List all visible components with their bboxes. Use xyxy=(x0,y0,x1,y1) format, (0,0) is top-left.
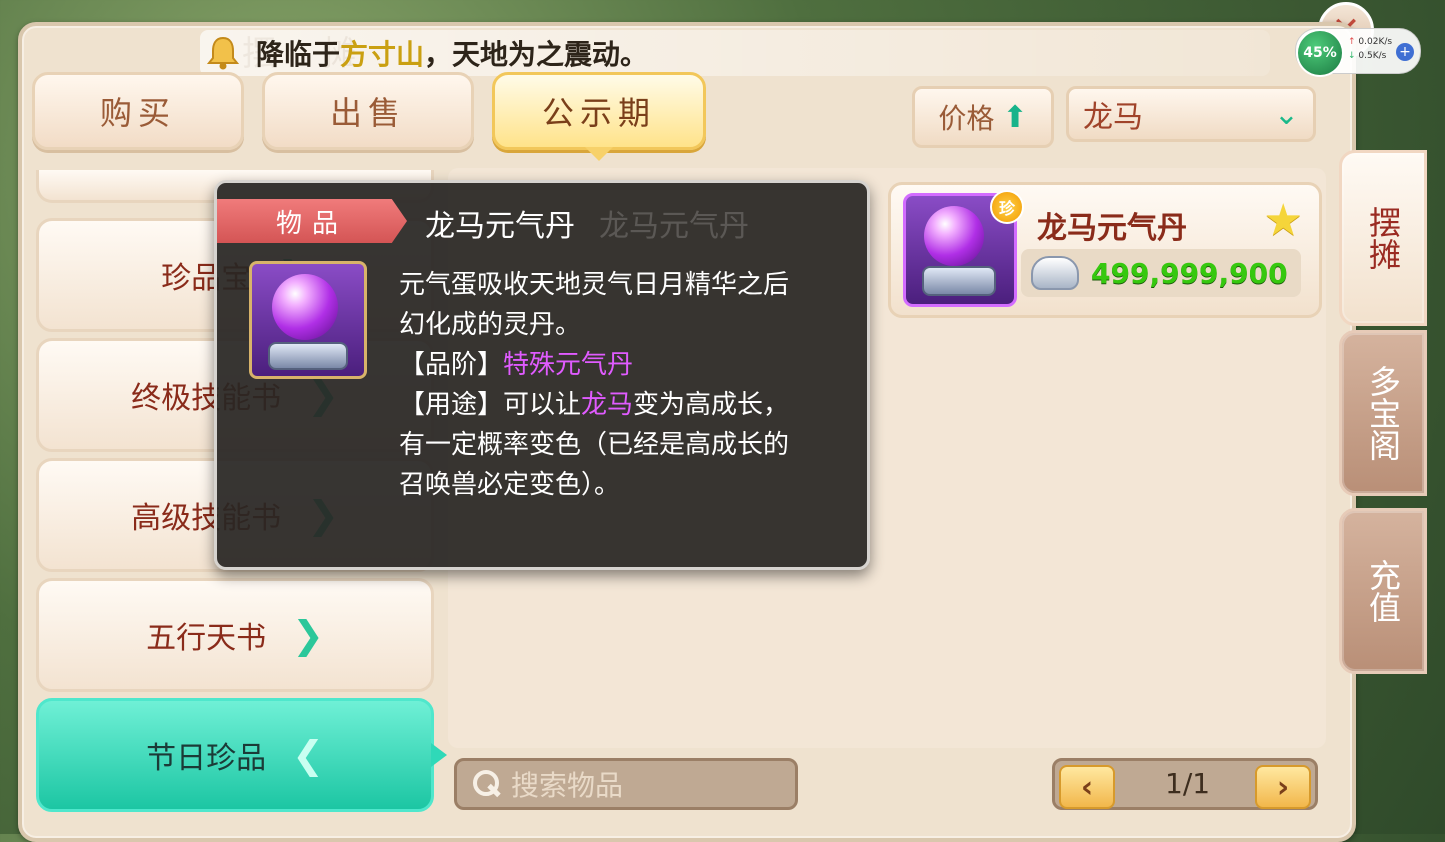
grade-line: 【品阶】特殊元气丹 xyxy=(399,350,634,380)
stand-icon xyxy=(922,266,996,296)
tooltip-title: 龙马元气丹 xyxy=(425,209,575,244)
filter-dropdown[interactable]: 龙马 ⌄ xyxy=(1066,86,1316,142)
orb-icon xyxy=(272,274,338,340)
sort-price-button[interactable]: 价格 ⬆ xyxy=(912,86,1054,148)
side-tab-recharge[interactable]: 充值 xyxy=(1339,508,1427,674)
magnifier-icon xyxy=(471,770,499,798)
page-indicator: 1/1 xyxy=(1165,767,1211,800)
category-item-five-elements[interactable]: 五行天书 ❯ xyxy=(36,578,434,692)
treasure-badge: 珍 xyxy=(990,190,1024,224)
silver-ingot-icon xyxy=(1031,256,1079,290)
side-tab-stall[interactable]: 摆摊 xyxy=(1339,150,1427,326)
next-page-button[interactable]: › xyxy=(1255,765,1311,809)
tab-public-period[interactable]: 公示期 xyxy=(492,72,706,150)
plus-icon[interactable]: + xyxy=(1396,43,1414,61)
orb-icon xyxy=(924,206,984,266)
tooltip-title-ghost: 龙马元气丹 xyxy=(599,209,749,244)
star-icon[interactable]: ★ xyxy=(1264,195,1303,246)
bell-icon xyxy=(200,30,246,76)
notice-text: 降临于方寸山，天地为之震动。 xyxy=(256,38,649,71)
use-line-2: 有一定概率变色（已经是高成长的 xyxy=(399,430,790,460)
stand-icon xyxy=(268,342,348,370)
category-label: 节日珍品 xyxy=(146,741,267,776)
battery-indicator: 45% xyxy=(1298,31,1342,75)
use-line-1: 【用途】可以让龙马变为高成长， xyxy=(399,390,790,420)
item-price: 499,999,900 xyxy=(1091,256,1288,290)
network-speed: ↑ 0.02K/s ↓ 0.5K/s xyxy=(1348,37,1393,61)
filter-selected: 龙马 xyxy=(1083,100,1143,135)
use-line-3: 召唤兽必定变色）。 xyxy=(399,470,621,500)
item-name: 龙马元气丹 xyxy=(1037,211,1187,246)
side-tab-treasure-pavilion[interactable]: 多宝阁 xyxy=(1339,330,1427,496)
chevron-right-icon: ❯ xyxy=(292,613,324,657)
desc-line-1: 元气蛋吸收天地灵气日月精华之后 xyxy=(399,270,790,300)
tab-sell[interactable]: 出售 xyxy=(262,72,474,150)
item-tooltip: 物品 龙马元气丹 龙马元气丹 元气蛋吸收天地灵气日月精华之后 幻化成的灵丹。 【… xyxy=(214,180,870,570)
sort-label: 价格 xyxy=(938,102,995,135)
arrow-up-icon: ⬆ xyxy=(1002,99,1028,135)
pagination: ‹ 1/1 › xyxy=(1052,758,1318,810)
item-icon: 珍 xyxy=(903,190,1024,307)
chevron-down-icon: ⌄ xyxy=(1273,96,1299,132)
chevron-left-icon: ❮ xyxy=(292,733,324,777)
system-status-widget: 45% ↑ 0.02K/s ↓ 0.5K/s + xyxy=(1295,28,1421,75)
listing-card[interactable]: 珍 龙马元气丹 ★ 499,999,900 xyxy=(888,182,1322,318)
prev-page-button[interactable]: ‹ xyxy=(1059,765,1115,809)
desc-line-2: 幻化成的灵丹。 xyxy=(399,310,582,340)
tooltip-item-icon xyxy=(249,261,367,379)
tab-buy[interactable]: 购买 xyxy=(32,72,244,150)
category-item-festival-treasure[interactable]: 节日珍品 ❮ xyxy=(36,698,434,812)
category-label: 五行天书 xyxy=(146,621,267,656)
search-input[interactable]: 搜索物品 xyxy=(454,758,798,810)
search-placeholder: 搜索物品 xyxy=(511,769,624,802)
price-bar: 499,999,900 xyxy=(1021,249,1301,297)
system-notice: 降临于方寸山，天地为之震动。 xyxy=(200,30,1270,76)
tooltip-tag: 物品 xyxy=(217,199,407,243)
tooltip-description: 元气蛋吸收天地灵气日月精华之后 幻化成的灵丹。 【品阶】特殊元气丹 【用途】可以… xyxy=(399,265,849,505)
